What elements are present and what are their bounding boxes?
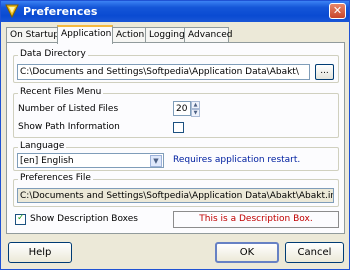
language-group: Language [en] English ▼ Requires applica… — [13, 141, 339, 171]
tab-logging[interactable]: Logging — [145, 27, 185, 42]
close-button[interactable]: ✕ — [329, 3, 346, 19]
listed-files-label: Number of Listed Files — [18, 104, 119, 114]
show-path-label: Show Path Information — [18, 122, 120, 132]
preferences-window: Preferences ✕ On Startup Application Act… — [0, 0, 350, 270]
show-path-checkbox[interactable] — [173, 122, 184, 133]
preferences-file-path[interactable]: C:\Documents and Settings\Softpedia\Appl… — [17, 188, 334, 203]
tab-advanced[interactable]: Advanced — [184, 27, 233, 42]
tab-label: Advanced — [188, 30, 233, 40]
spin-down-icon[interactable]: ▼ — [191, 109, 200, 117]
preferences-file-legend: Preferences File — [18, 173, 93, 183]
language-selected-value: [en] English — [20, 156, 74, 166]
tab-label: Application — [61, 29, 112, 39]
tab-label: Logging — [149, 30, 185, 40]
description-box: This is a Description Box. — [173, 211, 339, 228]
spin-up-icon[interactable]: ▲ — [191, 101, 200, 109]
show-description-checkbox[interactable] — [15, 213, 26, 225]
help-button[interactable]: Help — [8, 242, 72, 263]
recent-files-legend: Recent Files Menu — [18, 87, 104, 97]
language-legend: Language — [18, 141, 67, 151]
title-bar[interactable]: Preferences ✕ — [1, 1, 349, 22]
app-icon — [5, 4, 19, 18]
ok-button[interactable]: OK — [215, 242, 279, 263]
chevron-down-icon[interactable]: ▼ — [150, 155, 162, 167]
data-directory-legend: Data Directory — [18, 49, 88, 59]
tab-action[interactable]: Action — [112, 27, 146, 42]
window-title: Preferences — [23, 5, 98, 18]
tab-on-startup[interactable]: On Startup — [6, 27, 60, 42]
show-description-label: Show Description Boxes — [30, 214, 138, 224]
language-select[interactable]: [en] English ▼ — [17, 153, 164, 168]
data-directory-input[interactable]: C:\Documents and Settings\Softpedia\Appl… — [17, 64, 310, 80]
tab-application[interactable]: Application — [57, 25, 113, 44]
recent-files-group: Recent Files Menu Number of Listed Files… — [13, 87, 339, 138]
tab-label: On Startup — [10, 30, 60, 40]
listed-files-input[interactable]: 20 — [173, 101, 191, 116]
tab-label: Action — [116, 30, 145, 40]
data-directory-group: Data Directory C:\Documents and Settings… — [13, 49, 339, 83]
cancel-button[interactable]: Cancel — [285, 242, 344, 263]
browse-button[interactable]: ... — [315, 64, 334, 80]
restart-note: Requires application restart. — [173, 155, 301, 165]
application-tab-panel: Data Directory C:\Documents and Settings… — [6, 42, 345, 234]
preferences-file-group: Preferences File C:\Documents and Settin… — [13, 173, 339, 207]
